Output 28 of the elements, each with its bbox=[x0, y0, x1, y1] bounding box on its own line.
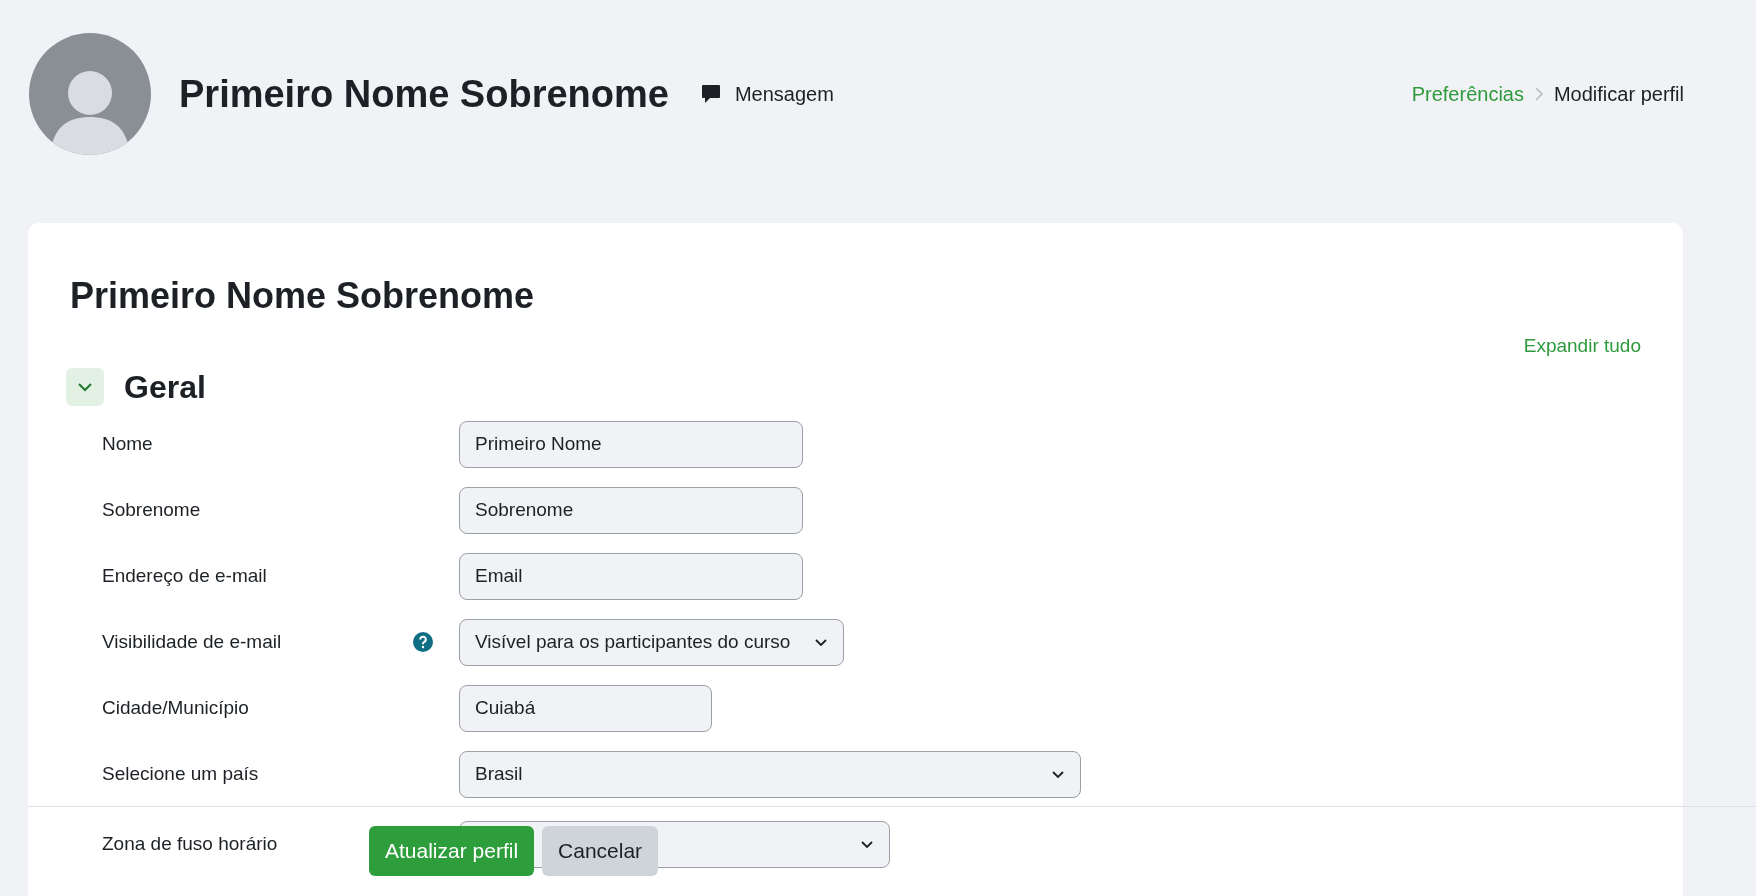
chevron-down-icon bbox=[814, 637, 828, 647]
message-link[interactable]: Mensagem bbox=[700, 79, 834, 109]
input-field[interactable]: Cuiabá bbox=[459, 684, 712, 732]
field-label: Selecione um país bbox=[102, 761, 259, 786]
field-label: Endereço de e-mail bbox=[102, 563, 267, 588]
field-label: Sobrenome bbox=[102, 497, 201, 522]
chevron-down-icon bbox=[860, 839, 874, 849]
cancel-button[interactable]: Cancelar bbox=[542, 826, 659, 876]
chevron-down-icon bbox=[77, 381, 93, 392]
expand-all-link[interactable]: Expandir tudo bbox=[1523, 332, 1641, 361]
select-field[interactable]: Visível para os participantes do curso bbox=[459, 618, 844, 666]
section-heading: Geral bbox=[124, 367, 206, 407]
collapse-toggle[interactable] bbox=[66, 367, 104, 406]
breadcrumb-current: Modificar perfil bbox=[1553, 82, 1684, 107]
select-field[interactable]: Brasil bbox=[459, 750, 1081, 798]
field-label: Zona de fuso horário bbox=[102, 831, 278, 856]
help-icon[interactable] bbox=[413, 632, 433, 652]
chevron-down-icon bbox=[1051, 769, 1065, 779]
field-label: Nome bbox=[102, 431, 153, 456]
field-label: Visibilidade de e-mail bbox=[102, 629, 282, 654]
speech-bubble-icon bbox=[700, 84, 721, 104]
chevron-right-icon bbox=[1533, 86, 1544, 102]
form-title: Primeiro Nome Sobrenome bbox=[70, 274, 536, 318]
input-field[interactable]: Sobrenome bbox=[459, 486, 803, 534]
input-field[interactable]: Email bbox=[459, 552, 803, 600]
input-field[interactable]: Primeiro Nome bbox=[459, 420, 803, 468]
profile-name: Primeiro Nome Sobrenome bbox=[179, 71, 669, 117]
field-label: Cidade/Município bbox=[102, 695, 249, 720]
